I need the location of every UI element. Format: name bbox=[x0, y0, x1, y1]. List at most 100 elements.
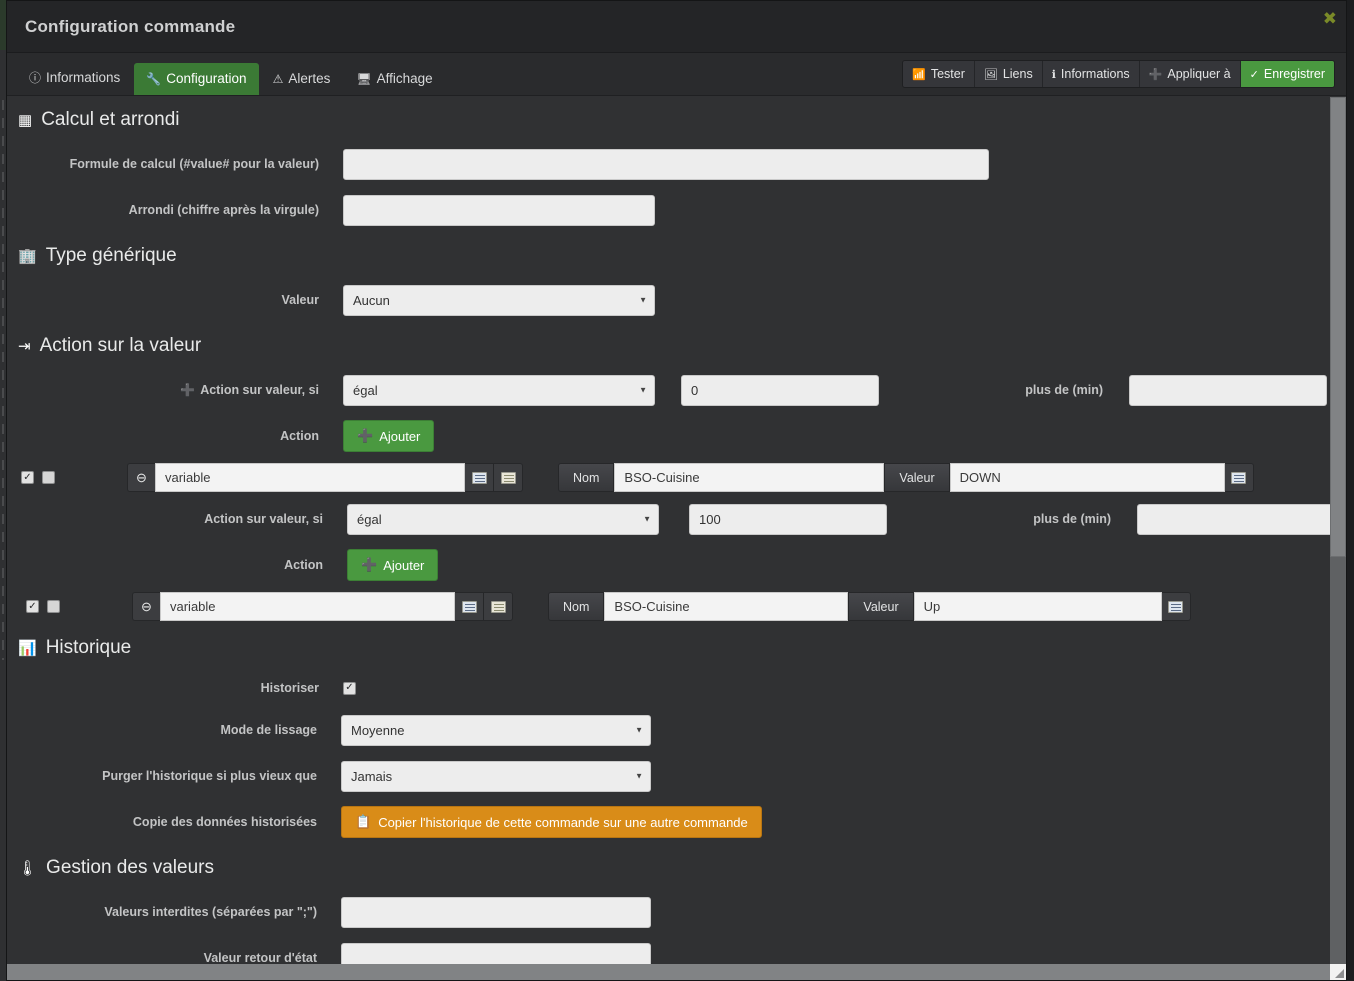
action-condition-select-2[interactable]: égal bbox=[347, 503, 659, 535]
select-list-icon-button-1[interactable] bbox=[465, 463, 494, 492]
section-action-label: Action sur la valeur bbox=[39, 335, 202, 356]
copier-historique-button[interactable]: 📋 Copier l'historique de cette commande … bbox=[341, 806, 762, 838]
action-threshold-input-2[interactable] bbox=[689, 503, 887, 535]
informations-button[interactable]: ℹ Informations bbox=[1042, 61, 1140, 87]
action-row-checkbox-secondary-1[interactable] bbox=[42, 471, 55, 484]
action-condition-select-wrap-2: égal bbox=[347, 503, 659, 535]
remove-circle-icon[interactable]: ⊖ bbox=[127, 463, 155, 492]
historiser-checkbox[interactable]: ✓ bbox=[343, 681, 356, 695]
rss-icon: 📶 bbox=[912, 68, 926, 81]
action-row-checkbox-primary-1[interactable]: ✓ bbox=[21, 471, 34, 484]
action-item-row-1: ✓ ⊖ Nom Valeur bbox=[7, 459, 1346, 496]
section-type-generique-title: 🏢 Type générique bbox=[7, 233, 1346, 277]
section-action-title: ⇥ Action sur la valeur bbox=[7, 323, 1346, 367]
table-list-icon bbox=[490, 600, 506, 613]
plus-circle-icon: ➕ bbox=[1148, 68, 1163, 81]
tab-configuration[interactable]: 🔧 Configuration bbox=[134, 63, 259, 95]
action-threshold-input-1[interactable] bbox=[681, 374, 879, 406]
row-formule: Formule de calcul (#value# pour la valeu… bbox=[7, 141, 1346, 187]
action-nom-tag-1: Nom bbox=[558, 463, 615, 492]
action-nom-input-2[interactable] bbox=[604, 592, 849, 621]
action-valeur-picker-button-2[interactable] bbox=[1161, 592, 1191, 621]
form-scroll-area[interactable]: ▦ Calcul et arrondi Formule de calcul (#… bbox=[7, 97, 1346, 980]
ajouter-button-2[interactable]: ➕ Ajouter bbox=[347, 549, 439, 581]
select-list-icon-button-2[interactable] bbox=[455, 592, 484, 621]
enregistrer-label: Enregistrer bbox=[1263, 67, 1325, 81]
lissage-select[interactable]: Moyenne bbox=[341, 714, 651, 746]
action-valeur-tag-2: Valeur bbox=[848, 592, 914, 621]
horizontal-scrollbar[interactable] bbox=[7, 964, 1346, 980]
section-calcul-title: ▦ Calcul et arrondi bbox=[7, 97, 1346, 141]
copie-label: Copie des données historisées bbox=[132, 815, 317, 829]
lissage-select-wrap: Moyenne bbox=[341, 714, 651, 746]
row-purge: Purger l'historique si plus vieux que Ja… bbox=[7, 753, 1346, 799]
ajouter-button-1[interactable]: ➕ Ajouter bbox=[343, 420, 435, 452]
action-nom-input-1[interactable] bbox=[614, 463, 885, 492]
info-circle-icon: ⓘ bbox=[29, 71, 42, 85]
liens-button[interactable]: 🖼 Liens bbox=[974, 61, 1043, 87]
appliquer-label: Appliquer à bbox=[1167, 67, 1231, 81]
action-row-checkbox-primary-2[interactable]: ✓ bbox=[26, 600, 39, 613]
action-row-checkbox-secondary-2[interactable] bbox=[47, 600, 60, 613]
action-valeur-input-1[interactable] bbox=[949, 463, 1225, 492]
type-valeur-select[interactable]: Aucun bbox=[343, 284, 655, 316]
action-condition-select-wrap-1: égal bbox=[343, 374, 655, 406]
row-historiser: Historiser ✓ bbox=[7, 669, 1346, 707]
historiser-label: Historiser bbox=[260, 681, 319, 695]
section-historique-title: 📊 Historique bbox=[7, 625, 1346, 669]
plus-circle-icon: ➕ bbox=[357, 428, 374, 443]
tab-informations-label: Informations bbox=[46, 70, 121, 85]
tab-alertes-label: Alertes bbox=[288, 71, 331, 86]
arrondi-input[interactable] bbox=[343, 194, 655, 226]
info-icon: ℹ bbox=[1051, 68, 1056, 81]
plus-circle-icon[interactable]: ➕ bbox=[180, 383, 195, 397]
sign-out-icon: ⇥ bbox=[18, 338, 31, 355]
action-plusde-input-1[interactable] bbox=[1129, 374, 1327, 406]
action-row-checkboxes-2: ✓ bbox=[12, 600, 132, 613]
action-condition-label-1-text: Action sur valeur, si bbox=[200, 383, 319, 397]
liens-label: Liens bbox=[1002, 67, 1033, 81]
select-table-icon-button-2[interactable] bbox=[484, 592, 513, 621]
row-copie: Copie des données historisées 📋 Copier l… bbox=[7, 799, 1346, 845]
action-plusde-input-2[interactable] bbox=[1137, 503, 1335, 535]
appliquer-a-button[interactable]: ➕ Appliquer à bbox=[1139, 61, 1241, 87]
plus-circle-icon: ➕ bbox=[361, 557, 378, 572]
copier-historique-label: Copier l'historique de cette commande su… bbox=[378, 814, 748, 830]
row-action-condition-1: ➕ Action sur valeur, si égal plus de (min… bbox=[7, 367, 1346, 413]
action-valeur-picker-button-1[interactable] bbox=[1224, 463, 1254, 492]
action-type-input-2[interactable] bbox=[160, 592, 455, 621]
ajouter-label-2: Ajouter bbox=[383, 557, 425, 573]
action-plusde-label-2: plus de (min) bbox=[1033, 512, 1111, 526]
remove-circle-icon[interactable]: ⊖ bbox=[132, 592, 160, 621]
tab-alertes[interactable]: ⚠ Alertes bbox=[261, 63, 343, 95]
horizontal-scrollbar-thumb[interactable] bbox=[7, 964, 1332, 980]
tab-bar: ⓘ Informations 🔧 Configuration ⚠ Alertes… bbox=[7, 53, 1346, 96]
row-lissage: Mode de lissage Moyenne bbox=[7, 707, 1346, 753]
thermometer-icon: 🌡 bbox=[18, 860, 38, 877]
close-icon[interactable]: ✖ bbox=[1323, 11, 1337, 28]
informations-label: Informations bbox=[1060, 67, 1130, 81]
action-condition-select-1[interactable]: égal bbox=[343, 374, 655, 406]
ajouter-label-1: Ajouter bbox=[379, 428, 421, 444]
purge-select[interactable]: Jamais bbox=[341, 760, 651, 792]
action-valeur-input-2[interactable] bbox=[913, 592, 1162, 621]
resize-grip[interactable] bbox=[1330, 964, 1346, 980]
action-valeur-tag-1: Valeur bbox=[884, 463, 950, 492]
action-add-label-2: Action bbox=[284, 558, 323, 572]
action-item-row-2: ✓ ⊖ Nom Valeur bbox=[12, 588, 1346, 625]
row-action-condition-2: Action sur valeur, si égal plus de (min) bbox=[11, 496, 1346, 542]
row-arrondi: Arrondi (chiffre après la virgule) bbox=[7, 187, 1346, 233]
action-type-input-1[interactable] bbox=[155, 463, 465, 492]
purge-select-wrap: Jamais bbox=[341, 760, 651, 792]
tester-button[interactable]: 📶 Tester bbox=[903, 61, 975, 87]
vertical-scrollbar[interactable] bbox=[1330, 97, 1346, 966]
table-icon: ▦ bbox=[18, 112, 33, 129]
tab-informations[interactable]: ⓘ Informations bbox=[17, 61, 132, 95]
tab-affichage[interactable]: 🖥 Affichage bbox=[344, 63, 444, 95]
select-table-icon-button-1[interactable] bbox=[494, 463, 523, 492]
enregistrer-button[interactable]: ✓ Enregistrer bbox=[1240, 61, 1334, 87]
valeurs-interdites-input[interactable] bbox=[341, 896, 651, 928]
section-gestion-title: 🌡 Gestion des valeurs bbox=[7, 845, 1346, 889]
vertical-scrollbar-thumb[interactable] bbox=[1330, 97, 1346, 557]
formule-input[interactable] bbox=[343, 148, 989, 180]
